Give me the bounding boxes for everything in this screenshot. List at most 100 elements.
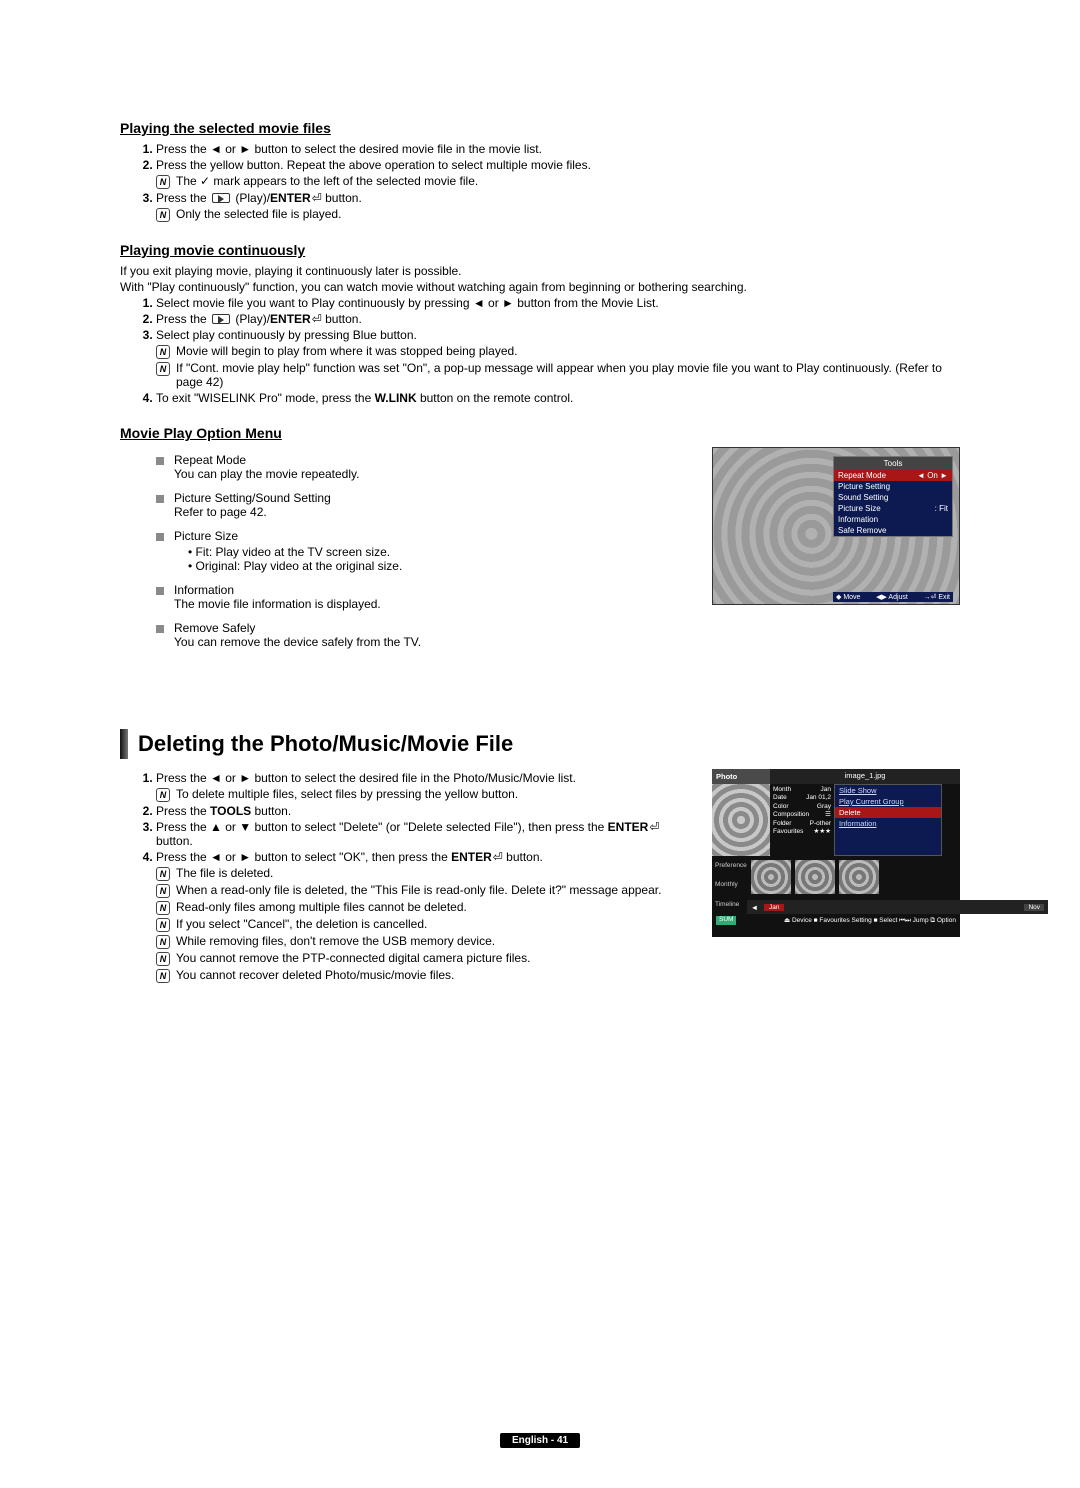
heading-bar-icon: [120, 729, 128, 759]
photo-left-tabs: PreferenceMonthlyTimeline: [712, 856, 747, 914]
option-menu-list: Repeat ModeYou can play the movie repeat…: [156, 453, 692, 649]
page-number: English - 41: [500, 1433, 580, 1448]
option-title: Remove Safely: [174, 621, 692, 635]
tools-row: Sound Setting: [834, 492, 952, 503]
note-icon: N: [156, 208, 170, 222]
chevron-left-icon: ◄: [751, 903, 758, 912]
context-menu-item: Information: [835, 818, 941, 829]
text: button.: [322, 191, 362, 205]
option-subitem: Original: Play video at the original siz…: [188, 559, 692, 573]
text: button.: [322, 312, 362, 326]
list-item: Select movie file you want to Play conti…: [156, 296, 960, 310]
major-heading-deleting: Deleting the Photo/Music/Movie File: [120, 729, 960, 759]
note-icon: N: [156, 901, 170, 915]
paragraph: If you exit playing movie, playing it co…: [120, 264, 960, 278]
text: Press the yellow button. Repeat the abov…: [156, 158, 591, 172]
play-icon: [212, 193, 230, 203]
option-desc: You can play the movie repeatedly.: [174, 467, 692, 481]
text: Press the: [156, 191, 210, 205]
tools-row: Information: [834, 514, 952, 525]
tools-footer: ◆ Move ◀▶ Adjust →⏎ Exit: [833, 592, 953, 602]
play-icon: [212, 314, 230, 324]
list-item: To exit "WISELINK Pro" mode, press the W…: [156, 391, 960, 405]
list-deleting: Press the ◄ or ► button to select the de…: [120, 771, 692, 983]
tools-row: Picture Size: Fit: [834, 503, 952, 514]
list-playing-selected: Press the ◄ or ► button to select the de…: [120, 142, 960, 222]
text: Press the ◄ or ► button to select the de…: [156, 771, 576, 785]
tools-title: Tools: [834, 457, 952, 470]
note-icon: N: [156, 952, 170, 966]
text: button.: [156, 834, 193, 848]
note-text: While removing files, don't remove the U…: [176, 934, 495, 949]
list-item: Press the (Play)/ENTER⏎ button. N Only t…: [156, 191, 960, 222]
text: (Play)/: [232, 191, 270, 205]
footer-hints: ⏏ Device ■ Favourites Setting ■ Select ⏮…: [784, 916, 956, 925]
text: To exit "WISELINK Pro" mode, press the: [156, 391, 375, 405]
heading-movie-play-option: Movie Play Option Menu: [120, 425, 960, 441]
option-desc: You can remove the device safely from th…: [174, 635, 692, 649]
bold: ENTER: [270, 312, 311, 326]
bold: ENTER: [608, 820, 649, 834]
note-text: If "Cont. movie play help" function was …: [176, 361, 960, 389]
page-footer: English - 41: [0, 1433, 1080, 1448]
option-item: InformationThe movie file information is…: [156, 583, 692, 611]
list-item: Press the yellow button. Repeat the abov…: [156, 158, 960, 189]
move-label: ◆ Move: [836, 593, 860, 601]
thumb: [795, 860, 835, 894]
list-item: Press the ▲ or ▼ button to select "Delet…: [156, 820, 692, 848]
tools-menu-screenshot: Tools Repeat Mode◄ On ►Picture SettingSo…: [712, 447, 960, 605]
option-item: Repeat ModeYou can play the movie repeat…: [156, 453, 692, 481]
photo-filename: image_1.jpg: [770, 769, 960, 784]
photo-context-menu: Slide ShowPlay Current GroupDeleteInform…: [834, 784, 942, 856]
option-subitem: Fit: Play video at the TV screen size.: [188, 545, 692, 559]
tools-row: Safe Remove: [834, 525, 952, 536]
enter-icon: ⏎: [312, 312, 322, 326]
list-playing-continuously: Select movie file you want to Play conti…: [120, 296, 960, 405]
note-icon: N: [156, 362, 170, 376]
thumb: [751, 860, 791, 894]
thumb: [839, 860, 879, 894]
note-text: When a read-only file is deleted, the "T…: [176, 883, 661, 898]
bold: TOOLS: [210, 804, 251, 818]
enter-icon: ⏎: [649, 820, 659, 834]
option-title: Picture Setting/Sound Setting: [174, 491, 692, 505]
option-title: Picture Size: [174, 529, 692, 543]
list-item: Press the TOOLS button.: [156, 804, 692, 818]
text: Select play continuously by pressing Blu…: [156, 328, 417, 342]
note-text: Only the selected file is played.: [176, 207, 341, 222]
context-menu-item: Slide Show: [835, 785, 941, 796]
context-menu-item: Delete: [835, 807, 941, 818]
option-item: Picture Size Fit: Play video at the TV sc…: [156, 529, 692, 573]
photo-browser-screenshot: Photo image_1.jpg MonthJanDateJan 01,2Co…: [712, 769, 960, 937]
option-desc: The movie file information is displayed.: [174, 597, 692, 611]
list-item: Press the ◄ or ► button to select the de…: [156, 771, 692, 802]
tools-row: Picture Setting: [834, 481, 952, 492]
note-icon: N: [156, 867, 170, 881]
bold: ENTER: [270, 191, 311, 205]
photo-thumbnail: [712, 784, 770, 856]
list-item: Press the ◄ or ► button to select the de…: [156, 142, 960, 156]
note-icon: N: [156, 935, 170, 949]
photo-meta: MonthJanDateJan 01,2ColorGrayComposition…: [770, 784, 834, 856]
tools-panel: Tools Repeat Mode◄ On ►Picture SettingSo…: [833, 456, 953, 537]
option-desc: Refer to page 42.: [174, 505, 692, 519]
exit-label: →⏎ Exit: [924, 593, 950, 601]
option-item: Picture Setting/Sound SettingRefer to pa…: [156, 491, 692, 519]
sum-badge: SUM: [716, 916, 736, 925]
note-text: You cannot recover deleted Photo/music/m…: [176, 968, 454, 983]
tools-row: Repeat Mode◄ On ►: [834, 470, 952, 481]
note-text: The ✓ mark appears to the left of the se…: [176, 174, 478, 189]
photo-footer: SUM ⏏ Device ■ Favourites Setting ■ Sele…: [712, 914, 960, 927]
note-icon: N: [156, 175, 170, 189]
note-text: The file is deleted.: [176, 866, 273, 881]
paragraph: With "Play continuously" function, you c…: [120, 280, 960, 294]
month-row: ◄ JanNov: [747, 900, 1048, 914]
text: Press the: [156, 312, 210, 326]
heading-playing-continuously: Playing movie continuously: [120, 242, 960, 258]
bold: W.LINK: [375, 391, 417, 405]
text: Press the ◄ or ► button to select "OK", …: [156, 850, 451, 864]
enter-icon: ⏎: [312, 191, 322, 205]
list-item: Press the (Play)/ENTER⏎ button.: [156, 312, 960, 326]
note-icon: N: [156, 884, 170, 898]
heading-text: Deleting the Photo/Music/Movie File: [138, 731, 513, 757]
